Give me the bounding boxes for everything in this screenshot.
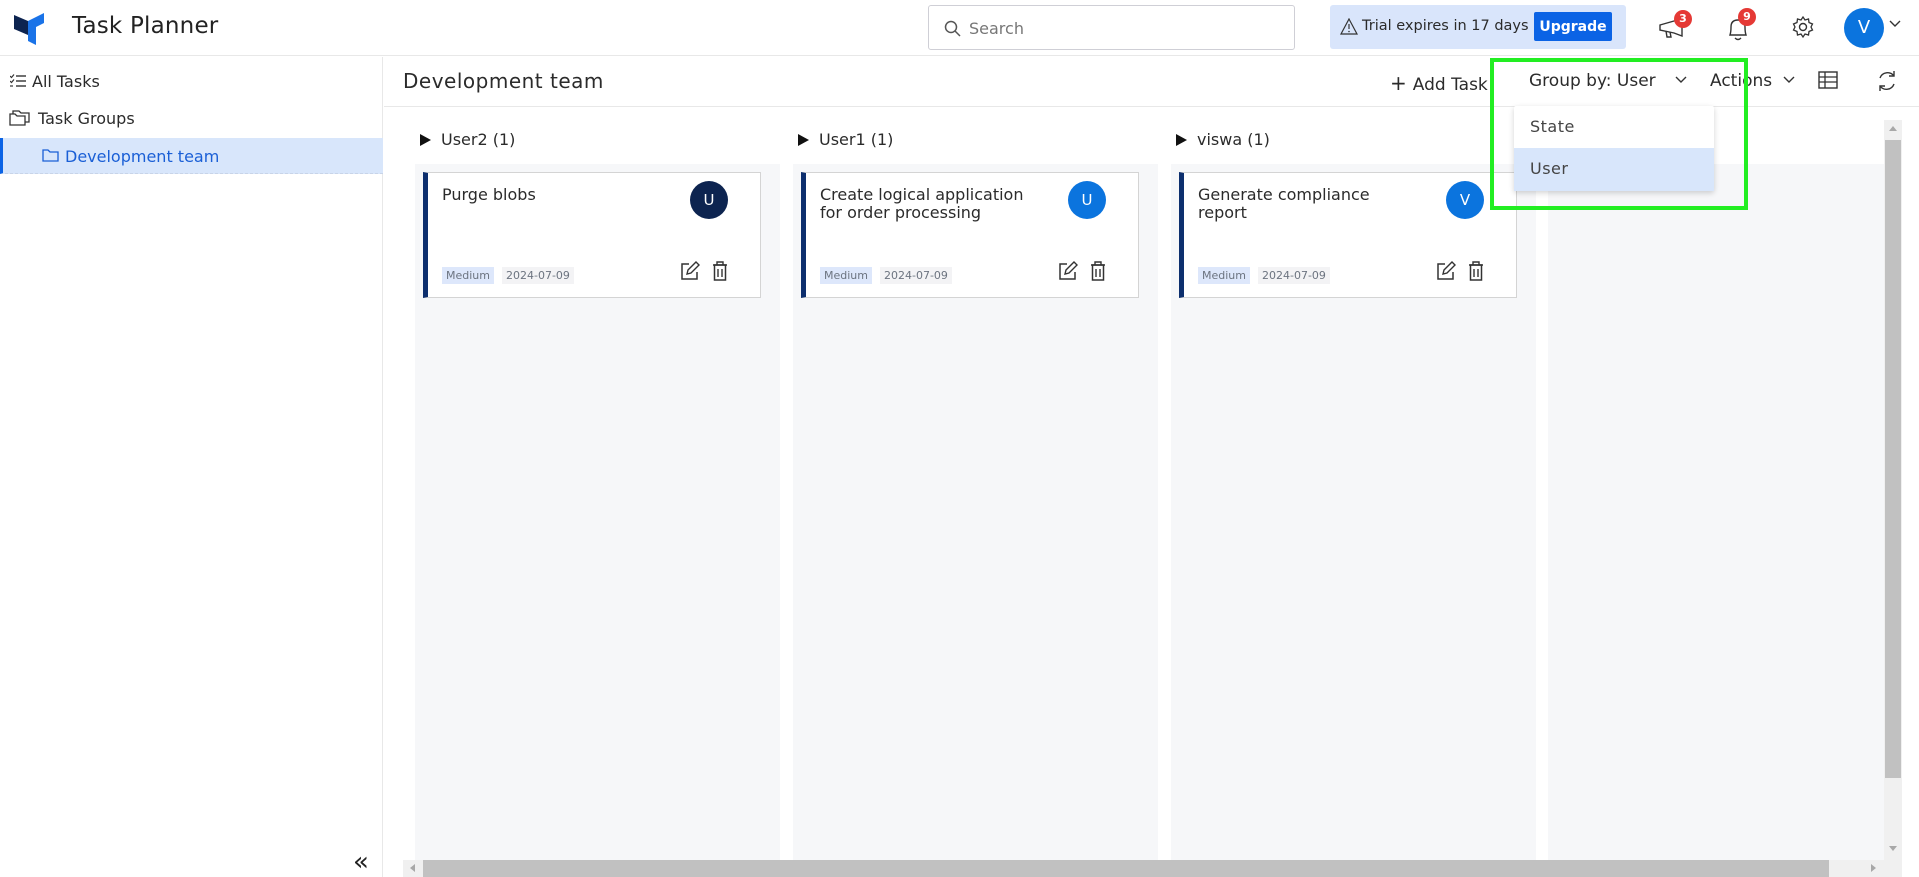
page-title: Development team xyxy=(403,69,604,93)
warning-icon xyxy=(1340,18,1358,35)
group-by-menu: State User xyxy=(1514,106,1714,191)
sidebar-item-label: All Tasks xyxy=(32,72,100,91)
column-body: Purge blobs U Medium 2024-07-09 xyxy=(415,164,780,860)
table-view-icon[interactable] xyxy=(1818,71,1838,89)
checklist-icon xyxy=(10,74,26,87)
refresh-icon[interactable] xyxy=(1876,70,1898,92)
task-card[interactable]: Generate compliance report V Medium 2024… xyxy=(1179,172,1517,298)
chevron-down-icon[interactable] xyxy=(1889,20,1901,28)
board-column: User1 (1) Create logical application for… xyxy=(762,108,1158,860)
announcements-badge: 3 xyxy=(1674,10,1692,28)
vertical-scrollbar[interactable] xyxy=(1884,120,1902,860)
top-header: Task Planner Trial expires in 17 days Up… xyxy=(0,0,1919,56)
add-task-button[interactable]: + Add Task xyxy=(1390,71,1488,95)
trash-icon[interactable] xyxy=(1090,261,1106,281)
sidebar-item-all-tasks[interactable]: All Tasks xyxy=(0,63,383,99)
scroll-right-arrow-icon[interactable] xyxy=(1871,864,1876,872)
sidebar-item-label: Development team xyxy=(65,147,220,166)
notifications-badge: 9 xyxy=(1738,8,1756,26)
group-by-option-user[interactable]: User xyxy=(1514,148,1714,191)
edit-icon[interactable] xyxy=(1058,261,1078,281)
user-avatar[interactable]: V xyxy=(1844,8,1884,48)
search-icon xyxy=(944,20,961,37)
task-card[interactable]: Purge blobs U Medium 2024-07-09 xyxy=(423,172,761,298)
sidebar-item-development-team[interactable]: Development team xyxy=(0,138,383,174)
sidebar-item-label: Task Groups xyxy=(38,109,135,128)
trial-banner: Trial expires in 17 days Upgrade xyxy=(1330,5,1626,49)
priority-tag: Medium xyxy=(1198,267,1250,284)
app-logo-icon xyxy=(14,13,44,45)
task-card[interactable]: Create logical application for order pro… xyxy=(801,172,1139,298)
group-by-option-state[interactable]: State xyxy=(1514,106,1714,149)
actions-label: Actions xyxy=(1710,71,1773,91)
assignee-avatar: U xyxy=(690,181,728,219)
scroll-up-arrow-icon[interactable] xyxy=(1889,126,1897,131)
plus-icon: + xyxy=(1390,71,1407,95)
collapse-sidebar-button[interactable]: « xyxy=(353,847,369,877)
app-title: Task Planner xyxy=(72,13,219,39)
task-title: Create logical application for order pro… xyxy=(820,185,1024,222)
board-column-empty xyxy=(1548,164,1885,860)
task-title: Purge blobs xyxy=(442,185,536,204)
add-task-label: Add Task xyxy=(1412,75,1488,95)
due-date-tag: 2024-07-09 xyxy=(880,267,952,284)
expand-triangle-icon xyxy=(798,134,809,146)
announcements-button[interactable]: 3 xyxy=(1655,10,1692,44)
kanban-board: User2 (1) Purge blobs U Medium 2024-07-0… xyxy=(384,108,1885,860)
expand-triangle-icon xyxy=(420,134,431,146)
due-date-tag: 2024-07-09 xyxy=(1258,267,1330,284)
group-by-dropdown[interactable]: Group by: User xyxy=(1529,71,1687,91)
scroll-down-arrow-icon[interactable] xyxy=(1889,846,1897,851)
task-title: Generate compliance report xyxy=(1198,185,1370,222)
trash-icon[interactable] xyxy=(712,261,728,281)
board-column: viswa (1) Generate compliance report V M… xyxy=(1140,108,1536,860)
option-label: State xyxy=(1530,117,1575,136)
group-by-label: Group by: User xyxy=(1529,71,1656,91)
search-input[interactable] xyxy=(969,16,1269,40)
board-column: User2 (1) Purge blobs U Medium 2024-07-0… xyxy=(384,108,780,860)
upgrade-button[interactable]: Upgrade xyxy=(1534,12,1612,41)
horizontal-scrollbar-thumb[interactable] xyxy=(423,860,1829,877)
assignee-avatar: V xyxy=(1446,181,1484,219)
search-box[interactable] xyxy=(928,5,1295,50)
settings-button[interactable] xyxy=(1788,12,1820,44)
actions-dropdown[interactable]: Actions xyxy=(1710,71,1795,91)
due-date-tag: 2024-07-09 xyxy=(502,267,574,284)
horizontal-scrollbar[interactable] xyxy=(403,860,1902,877)
column-header[interactable]: viswa (1) xyxy=(1176,130,1270,149)
assignee-avatar: U xyxy=(1068,181,1106,219)
priority-tag: Medium xyxy=(442,267,494,284)
notifications-button[interactable]: 9 xyxy=(1724,8,1756,44)
priority-tag: Medium xyxy=(820,267,872,284)
edit-icon[interactable] xyxy=(1436,261,1456,281)
folders-icon xyxy=(9,110,30,126)
scroll-left-arrow-icon[interactable] xyxy=(410,864,415,872)
gear-icon xyxy=(1792,15,1814,39)
column-title: User1 (1) xyxy=(819,130,894,149)
option-label: User xyxy=(1530,159,1569,178)
edit-icon[interactable] xyxy=(680,261,700,281)
sidebar-item-task-groups[interactable]: Task Groups xyxy=(0,100,383,136)
expand-triangle-icon xyxy=(1176,134,1187,146)
column-header[interactable]: User2 (1) xyxy=(420,130,515,149)
trash-icon[interactable] xyxy=(1468,261,1484,281)
double-chevron-left-icon: « xyxy=(353,847,369,877)
chevron-down-icon xyxy=(1783,76,1795,83)
column-body: Generate compliance report V Medium 2024… xyxy=(1171,164,1536,860)
column-title: User2 (1) xyxy=(441,130,516,149)
vertical-scrollbar-thumb[interactable] xyxy=(1885,140,1901,778)
chevron-down-icon xyxy=(1675,76,1687,83)
trial-text: Trial expires in 17 days xyxy=(1362,18,1529,34)
column-title: viswa (1) xyxy=(1197,130,1270,149)
column-header[interactable]: User1 (1) xyxy=(798,130,893,149)
column-body: Create logical application for order pro… xyxy=(793,164,1158,860)
folder-icon xyxy=(42,149,59,162)
sidebar: All Tasks Task Groups Development team « xyxy=(0,57,383,877)
board-toolbar: Development team + Add Task Group by: Use… xyxy=(384,57,1919,107)
